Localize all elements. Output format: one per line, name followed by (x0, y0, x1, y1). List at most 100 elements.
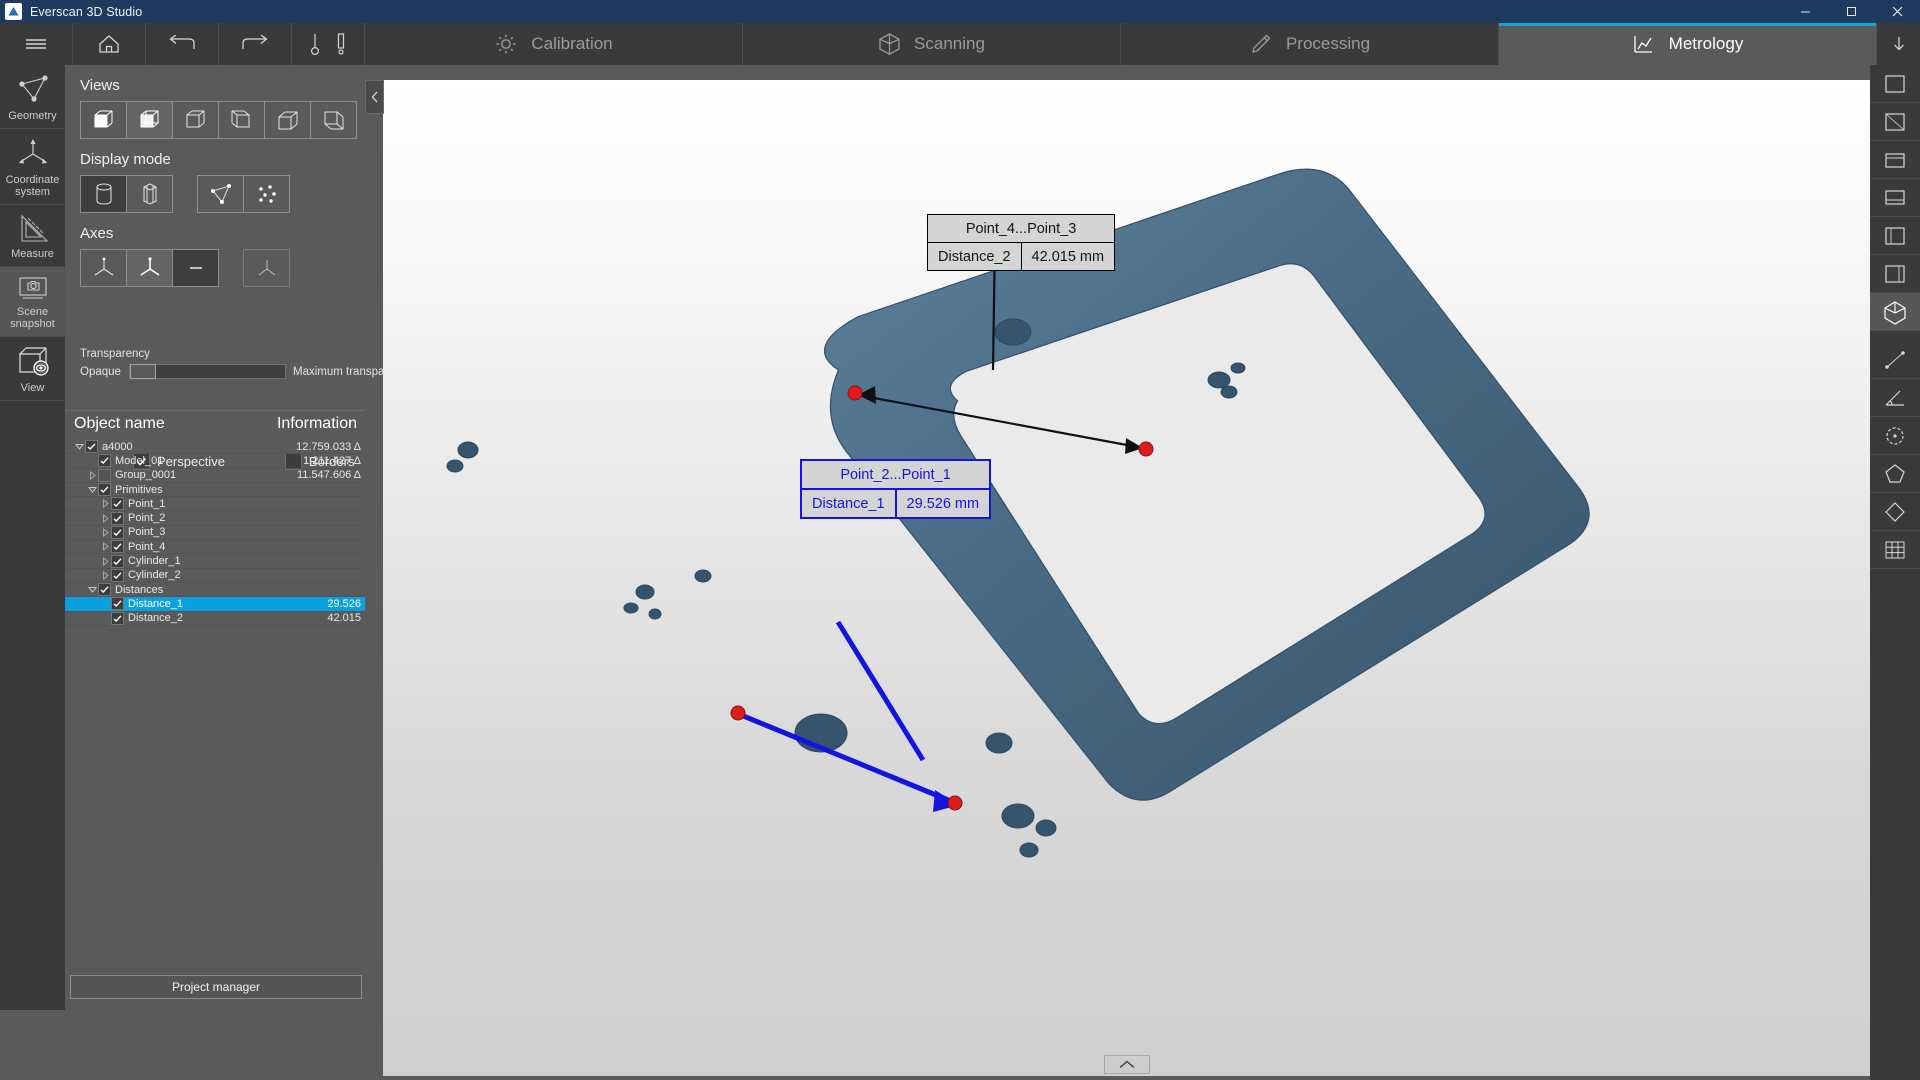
view-button-wire-right[interactable] (218, 101, 265, 139)
view-left-icon[interactable] (1870, 217, 1920, 255)
display-mode-buttons (80, 175, 365, 213)
tree-row-checkbox[interactable] (98, 469, 111, 482)
chevron-right-icon[interactable] (99, 499, 111, 508)
measure-angle-icon[interactable] (1870, 379, 1920, 417)
status-indicators[interactable] (292, 23, 365, 65)
rail-item-geometry[interactable]: Geometry (0, 65, 65, 129)
view-button-solid[interactable] (80, 101, 127, 139)
measurement-title: Point_2...Point_1 (802, 461, 989, 490)
axes-button-labeled[interactable] (243, 249, 290, 287)
cube-eye-icon (12, 345, 54, 379)
viewport-expand-button[interactable] (1104, 1055, 1150, 1074)
left-icon-rail: Geometry Coordinate system Measure Scene… (0, 65, 65, 1010)
tree-row-checkbox[interactable] (98, 583, 111, 596)
3d-viewport[interactable]: Point_4...Point_3 Distance_2 42.015 mm P… (383, 80, 1870, 1076)
display-mode-point-cloud[interactable] (243, 175, 290, 213)
tree-row-checkbox[interactable] (111, 526, 124, 539)
chevron-right-icon[interactable] (86, 471, 98, 480)
tree-row-checkbox[interactable] (111, 555, 124, 568)
axes-button-hidden[interactable] (172, 249, 219, 287)
home-icon[interactable] (73, 23, 146, 65)
tree-row[interactable]: Primitives (65, 483, 365, 497)
tree-row[interactable]: Cylinder_2 (65, 569, 365, 583)
tree-row-checkbox[interactable] (98, 454, 111, 467)
view-button-wire-bottom[interactable] (310, 101, 357, 139)
tree-row[interactable]: Distances (65, 583, 365, 597)
chevron-right-icon[interactable] (99, 528, 111, 537)
measure-grid-icon[interactable] (1870, 531, 1920, 569)
tree-row-checkbox[interactable] (98, 483, 111, 496)
tab-processing[interactable]: Processing (1121, 23, 1499, 65)
measure-circle-icon[interactable] (1870, 417, 1920, 455)
tree-row[interactable]: Point_4 (65, 540, 365, 554)
tree-row[interactable]: a400012.759.033 Δ (65, 440, 365, 454)
tab-calibration[interactable]: Calibration (365, 23, 743, 65)
tree-row[interactable]: Point_1 (65, 497, 365, 511)
tree-row-checkbox[interactable] (111, 512, 124, 525)
measurement-label-distance-1[interactable]: Point_2...Point_1 Distance_1 29.526 mm (800, 459, 991, 519)
gear-icon (494, 32, 518, 56)
tree-row-checkbox[interactable] (111, 569, 124, 582)
tree-row-checkbox[interactable] (85, 440, 98, 453)
tree-row[interactable]: Point_2 (65, 511, 365, 525)
chevron-down-icon[interactable] (86, 485, 98, 494)
display-mode-mesh-triangle[interactable] (197, 175, 244, 213)
view-back-icon[interactable] (1870, 103, 1920, 141)
chevron-down-icon[interactable] (86, 585, 98, 594)
transparency-slider-row: Opaque Maximum transparency (80, 364, 355, 379)
tree-row[interactable]: Cylinder_1 (65, 554, 365, 568)
maximize-icon[interactable] (1828, 0, 1874, 23)
axes-button-bold[interactable] (126, 249, 173, 287)
tree-row-name: a4000 (102, 441, 133, 453)
measure-point-icon[interactable] (1870, 341, 1920, 379)
chevron-right-icon[interactable] (99, 542, 111, 551)
hamburger-menu-icon[interactable] (0, 23, 73, 65)
panel-collapse-button[interactable] (365, 80, 384, 114)
transparency-slider-thumb[interactable] (130, 364, 156, 379)
transparency-slider[interactable] (129, 364, 286, 379)
project-manager-button[interactable]: Project manager (70, 975, 362, 999)
tree-row-checkbox[interactable] (111, 497, 124, 510)
minimize-icon[interactable] (1782, 0, 1828, 23)
tab-label: Metrology (1669, 34, 1744, 54)
pin-down-icon[interactable] (1877, 23, 1920, 65)
chevron-right-icon[interactable] (99, 571, 111, 580)
view-button-shaded[interactable] (126, 101, 173, 139)
view-front-icon[interactable] (1870, 65, 1920, 103)
chevron-down-icon[interactable] (73, 442, 85, 451)
rail-item-scene-snapshot[interactable]: Scene snapshot (0, 267, 65, 337)
redo-arrow-icon[interactable] (219, 23, 292, 65)
tree-row-checkbox[interactable] (111, 597, 124, 610)
3d-model-render (383, 80, 1870, 1076)
tree-row[interactable]: Distance_129.526 (65, 597, 365, 611)
tree-row[interactable]: Model_011.211.427 Δ (65, 454, 365, 468)
rail-item-measure[interactable]: Measure (0, 205, 65, 267)
chevron-right-icon[interactable] (99, 514, 111, 523)
tree-row[interactable]: Point_3 (65, 526, 365, 540)
rail-item-view[interactable]: View (0, 337, 65, 401)
tab-scanning[interactable]: Scanning (743, 23, 1121, 65)
view-button-wire-left[interactable] (172, 101, 219, 139)
view-right-icon[interactable] (1870, 255, 1920, 293)
undo-arrow-icon[interactable] (146, 23, 219, 65)
view-iso-icon[interactable] (1870, 293, 1920, 331)
display-mode-section-title: Display mode (80, 151, 365, 168)
view-top-icon[interactable] (1870, 141, 1920, 179)
tree-row-checkbox[interactable] (111, 540, 124, 553)
close-icon[interactable] (1874, 0, 1920, 23)
tab-metrology[interactable]: Metrology (1499, 23, 1877, 65)
set-square-icon (14, 213, 52, 245)
display-mode-cylinder-faceted[interactable] (126, 175, 173, 213)
measure-polygon-icon[interactable] (1870, 455, 1920, 493)
view-bottom-icon[interactable] (1870, 179, 1920, 217)
rail-item-coordinate-system[interactable]: Coordinate system (0, 129, 65, 205)
chevron-right-icon[interactable] (99, 557, 111, 566)
view-button-wire-top[interactable] (264, 101, 311, 139)
tree-row[interactable]: Distance_242.015 (65, 612, 365, 626)
tree-row[interactable]: Group_000111.547.606 Δ (65, 469, 365, 483)
display-mode-cylinder-smooth[interactable] (80, 175, 127, 213)
measurement-label-distance-2[interactable]: Point_4...Point_3 Distance_2 42.015 mm (927, 214, 1115, 271)
measure-diamond-icon[interactable] (1870, 493, 1920, 531)
axes-button-plain[interactable] (80, 249, 127, 287)
tree-row-checkbox[interactable] (111, 612, 124, 625)
